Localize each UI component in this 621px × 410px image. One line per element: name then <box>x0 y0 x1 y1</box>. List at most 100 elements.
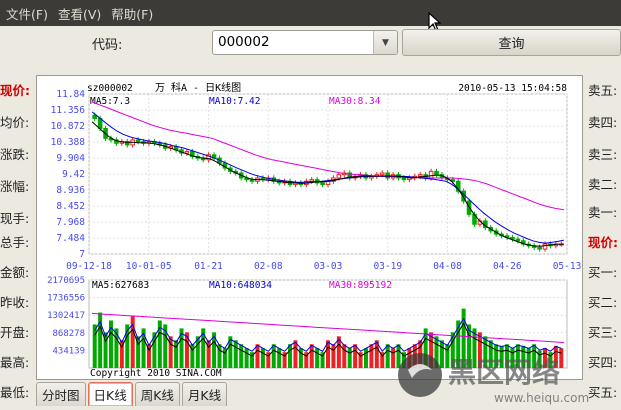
right-label-2: 卖三: <box>588 147 618 162</box>
candle-body-42 <box>320 182 325 186</box>
candle-body-29 <box>249 179 255 182</box>
left-label-8: 开盘: <box>0 325 30 340</box>
volume-bar-17 <box>184 332 189 368</box>
date-tick-3: 02-08 <box>254 261 283 272</box>
price-tick-7: 8.452 <box>56 201 85 212</box>
price-tick-1: 11.356 <box>51 105 86 116</box>
volume-bar-47 <box>347 348 352 368</box>
date-tick-6: 04-08 <box>433 261 462 272</box>
date-tick-4: 03-03 <box>314 261 343 272</box>
candle-body-17 <box>184 151 190 154</box>
left-label-7: 昨收: <box>0 295 30 310</box>
date-tick-2: 01-21 <box>194 261 223 272</box>
vol-ma30-label: MA30:895192 <box>329 280 392 291</box>
volume-bar-11 <box>152 332 157 368</box>
code-combobox[interactable]: 000002 ▼ <box>212 30 398 55</box>
chart-tabs: 分时图 日K线 周K线 月K线 <box>36 382 229 406</box>
ma30-label: MA30:8.34 <box>329 96 381 107</box>
vol-ma10-label: MA10:648034 <box>209 280 272 291</box>
dropdown-arrow-icon[interactable]: ▼ <box>373 31 397 54</box>
price-tick-9: 7.484 <box>56 233 85 244</box>
volume-bar-44 <box>331 344 336 368</box>
right-label-8: 买三: <box>588 325 618 340</box>
candle-body-53 <box>379 172 385 176</box>
right-label-4: 卖一: <box>588 205 618 220</box>
candle-body-83 <box>542 243 548 250</box>
left-label-1: 均价: <box>0 115 30 130</box>
date-tick-8: 05-13 <box>553 261 582 272</box>
candle-body-8 <box>135 139 141 143</box>
volume-bar-27 <box>239 344 244 368</box>
right-label-5: 现价: <box>588 235 618 250</box>
volume-bar-51 <box>369 344 374 368</box>
left-label-10: 最低: <box>0 385 30 400</box>
chart-title: 万 科A - 日K线图 <box>155 81 241 94</box>
right-label-3: 卖二: <box>588 177 618 192</box>
volume-tick-3: 868278 <box>52 329 85 339</box>
date-tick-0: 09-12-18 <box>66 261 112 272</box>
left-label-6: 金额: <box>0 265 30 280</box>
watermark-url: www.heiqu.com <box>494 391 589 405</box>
price-tick-0: 11.84 <box>56 89 85 100</box>
menu-help[interactable]: 帮助(F) <box>106 4 158 23</box>
price-tick-10: 7 <box>79 249 85 260</box>
candle-body-54 <box>385 172 390 179</box>
query-button[interactable]: 查询 <box>402 29 621 56</box>
candle-body-60 <box>417 174 423 177</box>
candle-body-63 <box>434 170 439 176</box>
chart-datetime: 2010-05-13 15:04:58 <box>458 83 567 94</box>
candle-body-57 <box>401 177 407 181</box>
volume-bar-40 <box>309 344 314 368</box>
kline-chart-canvas: sz000002 万 科A - 日K线图 2010-05-13 15:04:58 MA… <box>47 81 582 379</box>
price-tick-8: 7.968 <box>56 217 85 228</box>
volume-bar-26 <box>233 340 238 368</box>
left-label-2: 涨跌: <box>0 147 30 162</box>
candle-body-62 <box>428 170 434 179</box>
menu-bar: 文件(F) 查看(V) 帮助(F) <box>0 0 621 26</box>
volume-tick-2: 1302417 <box>47 311 85 321</box>
date-tick-1: 10-01-05 <box>126 261 172 272</box>
left-label-9: 最高: <box>0 355 30 370</box>
right-label-0: 卖五: <box>588 83 618 98</box>
volume-bar-30 <box>255 344 260 368</box>
tab-intraday[interactable]: 分时图 <box>36 382 86 406</box>
tab-daily-kline[interactable]: 日K线 <box>87 382 133 406</box>
volume-bar-0 <box>92 324 97 368</box>
left-label-5: 总手: <box>0 235 30 250</box>
tab-monthly-kline[interactable]: 月K线 <box>181 382 228 406</box>
volume-bar-31 <box>260 348 265 368</box>
price-tick-2: 10.872 <box>51 121 85 132</box>
price-tick-6: 8.936 <box>56 185 85 196</box>
volume-bar-34 <box>277 348 282 368</box>
right-label-6: 买一: <box>588 265 618 280</box>
watermark-text: 黑区网络 <box>448 356 560 389</box>
price-tick-5: 9.42 <box>62 169 85 180</box>
volume-tick-0: 2170695 <box>47 276 85 286</box>
candle-body-82 <box>537 246 542 250</box>
kline-chart: sz000002 万 科A - 日K线图 2010-05-13 15:04:58 MA… <box>36 75 583 380</box>
stock-code-label: sz000002 <box>87 83 133 94</box>
candle-body-78 <box>515 238 521 242</box>
volume-bar-46 <box>342 344 347 368</box>
volume-bar-48 <box>353 344 358 368</box>
left-label-0: 现价: <box>0 83 30 98</box>
vol-ma5-label: MA5:627683 <box>92 280 149 291</box>
menu-file[interactable]: 文件(F) <box>0 4 53 23</box>
candle-body-45 <box>336 174 342 179</box>
candle-body-40 <box>309 179 315 182</box>
ma5-label: MA5:7.3 <box>90 96 130 107</box>
code-label: 代码: <box>92 38 123 53</box>
volume-bar-28 <box>244 348 249 368</box>
code-input[interactable]: 000002 <box>213 31 373 54</box>
vol-ma30-line <box>91 312 565 343</box>
right-label-7: 买二: <box>588 295 618 310</box>
left-label-4: 现手: <box>0 211 30 226</box>
copyright-label: Copyright 2010 SINA.COM <box>90 368 222 379</box>
volume-bar-36 <box>288 344 293 368</box>
watermark-logo: 黑区网络 www.heiqu.com <box>398 353 589 405</box>
right-label-1: 卖四: <box>588 115 618 130</box>
date-tick-7: 04-26 <box>493 261 522 272</box>
tab-weekly-kline[interactable]: 周K线 <box>134 382 180 406</box>
volume-bar-33 <box>271 344 276 368</box>
menu-view[interactable]: 查看(V) <box>53 4 106 23</box>
